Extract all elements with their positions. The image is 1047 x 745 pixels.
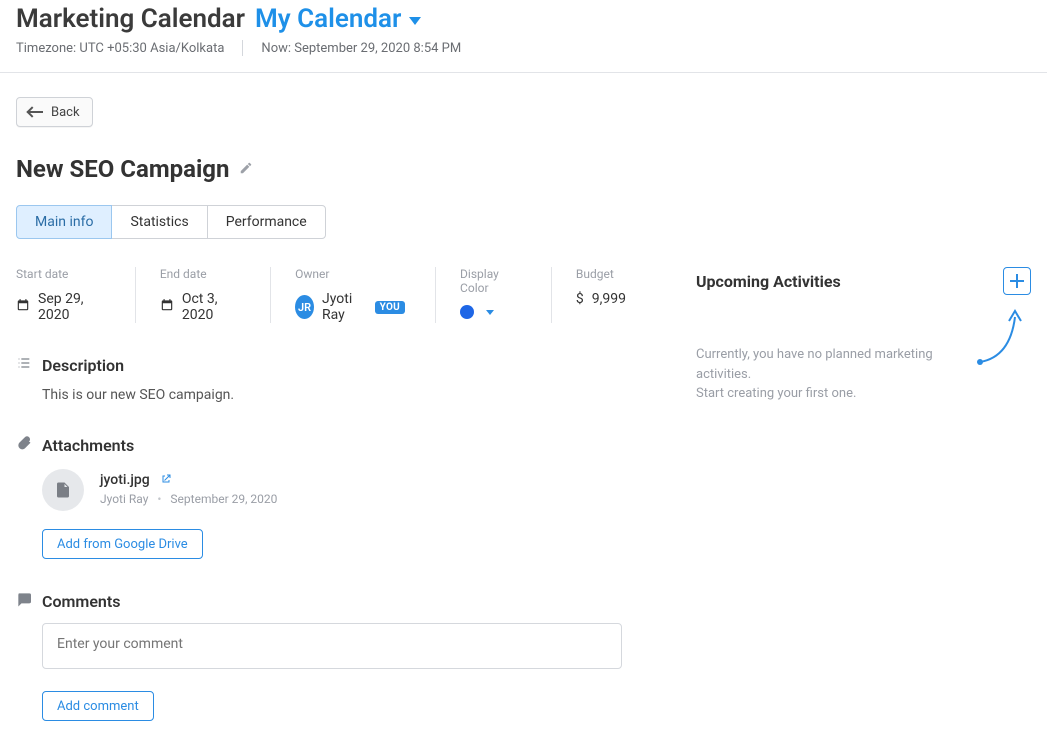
avatar: JR — [295, 295, 314, 319]
calendar-icon — [16, 298, 30, 316]
calendar-icon — [160, 298, 174, 316]
color-swatch — [460, 305, 474, 319]
owner-value[interactable]: JR Jyoti Ray YOU — [295, 291, 405, 323]
empty-state-text: Currently, you have no planned marketing… — [696, 345, 976, 404]
upcoming-activities-title: Upcoming Activities — [696, 272, 841, 291]
tab-performance[interactable]: Performance — [207, 205, 326, 239]
attachment-date: September 29, 2020 — [170, 492, 277, 506]
budget-amount: 9,999 — [592, 291, 626, 307]
pencil-icon[interactable] — [239, 160, 253, 179]
start-date-text: Sep 29, 2020 — [38, 291, 105, 323]
attachment-uploader: Jyoti Ray — [100, 492, 148, 506]
dot-separator: • — [157, 492, 161, 506]
description-body: This is our new SEO campaign. — [42, 387, 656, 403]
divider — [242, 40, 243, 56]
add-comment-button[interactable]: Add comment — [42, 691, 154, 721]
end-date-label: End date — [160, 267, 240, 281]
display-color-label: Display Color — [460, 267, 521, 295]
external-link-icon[interactable] — [154, 469, 172, 488]
file-icon — [42, 469, 84, 511]
end-date-text: Oct 3, 2020 — [182, 291, 240, 323]
budget-value[interactable]: $ 9,999 — [576, 291, 626, 307]
list-icon — [16, 355, 32, 375]
comment-input[interactable] — [42, 623, 622, 669]
attachment-item: jyoti.jpg Jyoti Ray • September 29, 2020 — [42, 469, 656, 511]
end-date-value[interactable]: Oct 3, 2020 — [160, 291, 240, 323]
comment-icon — [16, 591, 32, 611]
start-date-label: Start date — [16, 267, 105, 281]
tab-main-info[interactable]: Main info — [16, 205, 112, 239]
paperclip-icon — [16, 435, 32, 455]
owner-name: Jyoti Ray — [322, 291, 367, 323]
budget-label: Budget — [576, 267, 626, 281]
calendar-switcher[interactable]: My Calendar — [255, 4, 421, 34]
back-button-label: Back — [51, 105, 80, 120]
owner-label: Owner — [295, 267, 405, 281]
calendar-name: My Calendar — [255, 4, 401, 34]
chevron-down-icon — [409, 17, 421, 25]
arrow-left-icon — [29, 111, 43, 113]
campaign-title: New SEO Campaign — [16, 155, 229, 183]
app-title: Marketing Calendar — [16, 4, 245, 34]
attachment-filename[interactable]: jyoti.jpg — [100, 472, 150, 488]
you-badge: YOU — [375, 301, 405, 314]
description-title: Description — [42, 356, 124, 375]
attachments-title: Attachments — [42, 436, 134, 455]
timezone-label: Timezone: UTC +05:30 Asia/Kolkata — [16, 41, 224, 56]
display-color-picker[interactable] — [460, 305, 521, 319]
add-activity-button[interactable] — [1003, 267, 1031, 295]
divider — [0, 72, 1047, 73]
budget-currency: $ — [576, 291, 584, 307]
comments-title: Comments — [42, 592, 120, 611]
start-date-value[interactable]: Sep 29, 2020 — [16, 291, 105, 323]
now-label: Now: September 29, 2020 8:54 PM — [261, 41, 461, 56]
back-button[interactable]: Back — [16, 97, 93, 127]
tabs: Main info Statistics Performance — [16, 205, 1031, 239]
add-from-drive-button[interactable]: Add from Google Drive — [42, 529, 203, 559]
chevron-down-icon — [486, 310, 494, 315]
arrow-curve-icon — [975, 307, 1025, 367]
info-strip: Start date Sep 29, 2020 End date — [16, 267, 656, 323]
tab-statistics[interactable]: Statistics — [111, 205, 207, 239]
